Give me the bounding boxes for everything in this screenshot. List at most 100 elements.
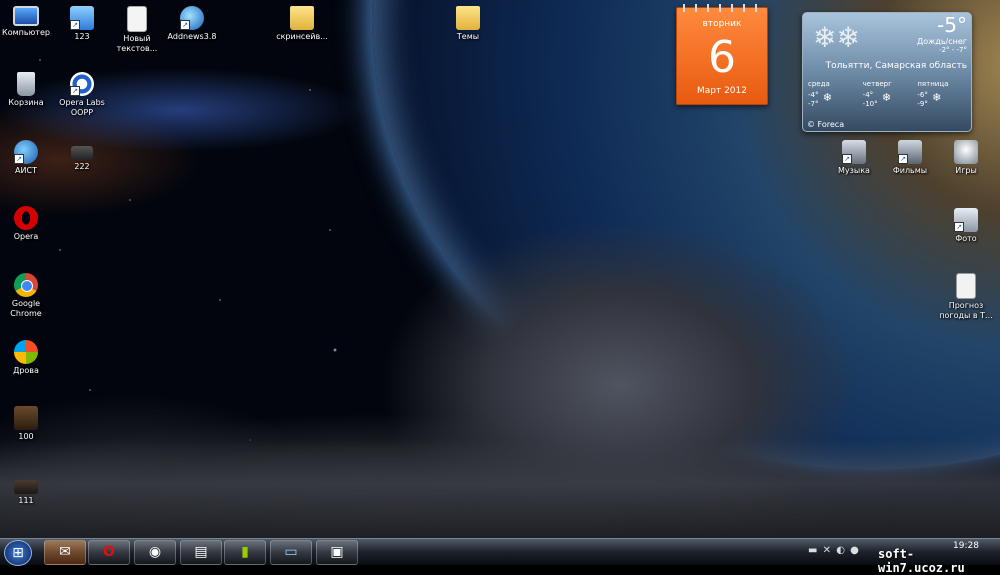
- forecast-day-name: среда: [808, 80, 830, 88]
- calendar-month-year: Март 2012: [696, 86, 747, 96]
- shortcut-arrow-icon: ↗: [14, 154, 24, 164]
- desktop-icon-123[interactable]: ↗ 123: [52, 6, 112, 42]
- folder-icon: [290, 6, 314, 30]
- taskbar-app-android[interactable]: ▮: [224, 540, 266, 565]
- desktop-icon-111[interactable]: 111: [0, 474, 56, 506]
- taskbar-app-monitor[interactable]: ▣: [316, 540, 358, 565]
- desktop-icon-opera-labs[interactable]: ↗ Opera Labs OOPP: [52, 72, 112, 118]
- desktop-icon-100[interactable]: 100: [0, 406, 56, 442]
- forecast-high: -4°: [862, 91, 874, 99]
- taskbar-app-globe[interactable]: ◉: [134, 540, 176, 565]
- windows-logo-icon: ⊞: [12, 545, 24, 561]
- forecast-day: среда -4° -7° ❄: [805, 80, 860, 109]
- taskbar-app-explorer[interactable]: ▭: [270, 540, 312, 565]
- desktop-icon-screenshots[interactable]: скринсейв...: [272, 6, 332, 42]
- desktop-icon-opera[interactable]: Opera: [0, 206, 56, 242]
- desktop-icon-trash[interactable]: Корзина: [0, 72, 56, 108]
- shortcut-arrow-icon: ↗: [70, 86, 80, 96]
- desktop-icon-games[interactable]: Игры: [936, 140, 996, 176]
- globe-icon: ↗: [180, 6, 204, 30]
- forecast-high: -4°: [808, 91, 819, 99]
- desktop-icon-label: Фото: [955, 234, 977, 243]
- taskbar-app-notepad[interactable]: ▤: [180, 540, 222, 565]
- desktop-icon-label: 222: [74, 162, 90, 171]
- globe-icon: ◉: [148, 544, 162, 560]
- language-flag-icon[interactable]: ▬: [808, 545, 818, 556]
- taskbar-app-opera[interactable]: O: [88, 540, 130, 565]
- start-button[interactable]: ⊞: [4, 540, 32, 566]
- forecast-temps: -6° -9°: [917, 91, 927, 109]
- folder-icon: ↗: [70, 6, 94, 30]
- desktop-icon-label: 123: [74, 32, 90, 41]
- music-icon: ↗: [842, 140, 866, 164]
- game-icon: [14, 406, 38, 430]
- calendar-day-number: 6: [708, 32, 736, 83]
- desktop-icon-aist[interactable]: ↗ АИСТ: [0, 140, 56, 176]
- desktop-icon-computer[interactable]: Компьютер: [0, 6, 56, 38]
- snow-icon: ❄: [822, 91, 832, 104]
- snow-icon: ❄: [881, 91, 892, 104]
- earth-icon: ↗: [14, 140, 38, 164]
- shortcut-arrow-icon: ↗: [898, 154, 908, 164]
- weather-gadget[interactable]: ❄❄ -5° Дождь/снег -2° - -7° Тольятти, Са…: [802, 12, 972, 132]
- update-icon[interactable]: ●: [850, 545, 860, 556]
- mail-icon: ✉: [59, 544, 71, 560]
- wallpaper-surface: [0, 440, 1000, 538]
- forecast-temps: -4° -10°: [863, 91, 878, 109]
- desktop-icon-addnews[interactable]: ↗ Addnews3.8: [162, 6, 222, 42]
- desktop-icon-label: Темы: [456, 32, 480, 41]
- opera-labs-icon: ↗: [70, 72, 94, 96]
- desktop-icon-themes[interactable]: Темы: [438, 6, 498, 42]
- desktop: Компьютер ↗ 123 Новый текстов... ↗ Addne…: [0, 0, 1000, 538]
- shortcut-arrow-icon: ↗: [180, 20, 190, 30]
- desktop-icon-forecast[interactable]: Прогноз погоды в Т...: [936, 273, 996, 321]
- taskbar-app-mail[interactable]: ✉: [44, 540, 86, 565]
- folder-icon: ▭: [284, 544, 298, 560]
- snow-cloud-icon: ❄❄: [813, 21, 860, 54]
- desktop-icon-chrome[interactable]: Google Chrome: [0, 273, 56, 319]
- tray-icon[interactable]: ✕: [823, 545, 832, 556]
- weather-forecast: среда -4° -7° ❄ четверг -4° -10° ❄ пятница…: [805, 80, 969, 109]
- games-icon: [954, 140, 978, 164]
- desktop-icon-films[interactable]: ↗ Фильмы: [880, 140, 940, 176]
- desktop-icon-label: Opera Labs OOPP: [59, 98, 105, 117]
- android-icon: ▮: [241, 544, 249, 560]
- notepad-icon: ▤: [194, 544, 208, 560]
- desktop-icon-label: 100: [18, 432, 34, 441]
- text-document-icon: [127, 6, 147, 32]
- opera-icon: O: [103, 544, 115, 560]
- desktop-icon-photo[interactable]: ↗ Фото: [936, 208, 996, 244]
- desktop-icon-drova[interactable]: Дрова: [0, 340, 56, 376]
- monitor-icon: ▣: [330, 544, 344, 560]
- desktop-icon-new-text[interactable]: Новый текстов...: [107, 6, 167, 54]
- desktop-icon-label: Addnews3.8: [167, 32, 217, 41]
- taskbar: ⊞ ✉ O ◉ ▤ ▮ ▭ ▣ ▬ ✕ ◐ ● soft-win7.ucoz.r…: [0, 538, 1000, 575]
- calendar-weekday: вторник: [702, 19, 742, 29]
- network-icon[interactable]: ◐: [836, 545, 846, 556]
- desktop-icon-label: Opera: [13, 232, 39, 241]
- desktop-icon-label: Фильмы: [892, 166, 928, 175]
- desktop-icon-label: АИСТ: [15, 166, 37, 175]
- desktop-icon-222[interactable]: 222: [52, 140, 112, 172]
- desktop-icon-label: 111: [18, 496, 34, 505]
- system-tray[interactable]: ▬ ✕ ◐ ●: [808, 545, 860, 556]
- folder-icon: [456, 6, 480, 30]
- forecast-day: четверг -4° -10° ❄: [860, 80, 915, 109]
- desktop-icon-label: скринсейв...: [276, 32, 328, 41]
- windows-icon: [14, 340, 38, 364]
- calendar-gadget[interactable]: вторник 6 Март 2012: [676, 4, 768, 105]
- forecast-low: -7°: [808, 100, 819, 108]
- weather-current-temp: -5°: [937, 13, 967, 37]
- game-icon: [14, 480, 38, 494]
- desktop-icon-music[interactable]: ↗ Музыка: [824, 140, 884, 176]
- weather-brand[interactable]: © Foreca: [807, 120, 844, 129]
- forecast-day: пятница -6° -9° ❄: [914, 80, 969, 109]
- forecast-day-name: пятница: [917, 80, 949, 88]
- chrome-icon: [14, 273, 38, 297]
- taskbar-clock[interactable]: 19:28: [950, 541, 982, 551]
- forecast-low: -9°: [917, 100, 928, 108]
- weather-condition: Дождь/снег: [916, 37, 967, 46]
- text-document-icon: [956, 273, 976, 299]
- forecast-high: -6°: [917, 91, 928, 99]
- desktop-icon-label: Дрова: [13, 366, 39, 375]
